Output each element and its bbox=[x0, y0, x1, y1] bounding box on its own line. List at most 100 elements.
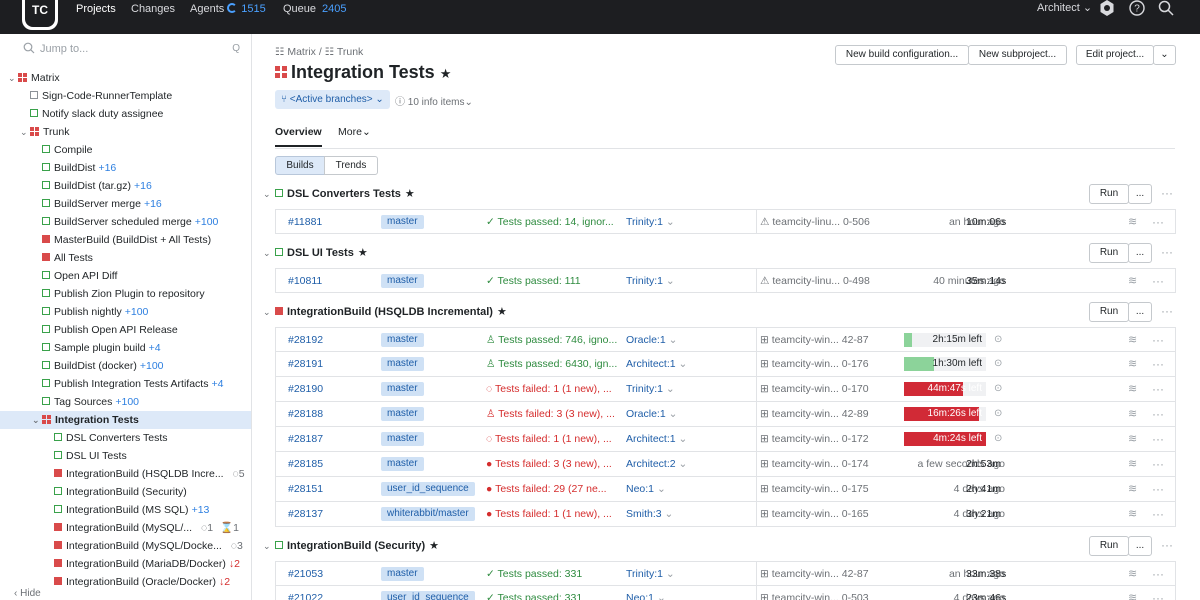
build-status[interactable]: ◌ Tests failed: 1 (1 new), ... bbox=[486, 377, 612, 401]
build-status[interactable]: ♙ Tests passed: 6430, ign... bbox=[486, 352, 617, 376]
more-icon[interactable]: ··· bbox=[1152, 377, 1164, 401]
agent-host[interactable]: ⊞ teamcity-win... 42-87 bbox=[760, 562, 869, 586]
build-row[interactable]: #28188 master ♙ Tests failed: 3 (3 new), .… bbox=[275, 402, 1176, 427]
agent-host[interactable]: ⊞ teamcity-win... 0-170 bbox=[760, 377, 869, 401]
branch-tag[interactable]: master bbox=[381, 274, 424, 288]
settings-gear-icon[interactable] bbox=[1099, 0, 1115, 16]
build-config-title[interactable]: DSL UI Tests bbox=[287, 247, 354, 259]
more-icon[interactable]: ··· bbox=[1161, 539, 1173, 551]
branch-tag[interactable]: master bbox=[381, 567, 424, 581]
sidebar-item[interactable]: Publish Integration Tests Artifacts +4 bbox=[0, 375, 251, 393]
info-items[interactable]: ⓘ 10 info items⌄ bbox=[395, 93, 473, 108]
more-icon[interactable]: ··· bbox=[1152, 352, 1164, 376]
new-build-configuration-button[interactable]: New build configuration... bbox=[835, 45, 969, 65]
builds-toggle[interactable]: Builds bbox=[275, 156, 325, 175]
more-icon[interactable]: ··· bbox=[1161, 305, 1173, 317]
sidebar-item[interactable]: Sign-Code-RunnerTemplate bbox=[0, 87, 251, 105]
build-number[interactable]: #28191 bbox=[288, 352, 323, 376]
run-options-button[interactable]: ... bbox=[1128, 536, 1152, 556]
agent-link[interactable]: Trinity:1 bbox=[626, 562, 675, 586]
sidebar-item[interactable]: DSL UI Tests bbox=[0, 447, 251, 465]
branch-tag[interactable]: user_id_sequence bbox=[381, 482, 475, 496]
build-status[interactable]: ♙ Tests passed: 746, igno... bbox=[486, 328, 617, 352]
agent-host[interactable]: ⊞ teamcity-win... 42-87 bbox=[760, 328, 869, 352]
sidebar-item[interactable]: BuildDist (tar.gz) +16 bbox=[0, 177, 251, 195]
sidebar-item[interactable]: BuildServer scheduled merge +100 bbox=[0, 213, 251, 231]
more-icon[interactable]: ··· bbox=[1152, 562, 1164, 586]
agent-link[interactable]: Trinity:1 bbox=[626, 377, 675, 401]
more-icon[interactable]: ··· bbox=[1152, 402, 1164, 426]
build-status[interactable]: ✓ Tests passed: 111 bbox=[486, 269, 581, 293]
edit-project-dropdown[interactable]: ⌄ bbox=[1153, 45, 1176, 65]
sidebar-item[interactable]: Compile bbox=[0, 141, 251, 159]
sidebar-item[interactable]: Open API Diff bbox=[0, 267, 251, 285]
layers-icon[interactable]: ≋ bbox=[1128, 502, 1137, 526]
agent-host[interactable]: ⊞ teamcity-win... 0-172 bbox=[760, 427, 869, 451]
star-icon[interactable]: ★ bbox=[429, 540, 439, 552]
expand-caret-icon[interactable]: ⌄ bbox=[20, 123, 30, 141]
build-number[interactable]: #21022 bbox=[288, 586, 323, 600]
sidebar-item[interactable]: IntegrationBuild (MySQL/... ◌1 ⌛1 bbox=[0, 519, 251, 537]
collapse-chevron-icon[interactable]: ⌄ bbox=[263, 303, 275, 321]
nav-projects[interactable]: Projects bbox=[76, 0, 116, 34]
stop-build-icon[interactable]: ⊙ bbox=[994, 352, 1002, 376]
branch-tag[interactable]: master bbox=[381, 357, 424, 371]
build-number[interactable]: #28187 bbox=[288, 427, 323, 451]
run-button[interactable]: Run bbox=[1089, 302, 1129, 322]
build-config-title[interactable]: IntegrationBuild (HSQLDB Incremental) bbox=[287, 306, 493, 318]
agent-link[interactable]: Trinity:1 bbox=[626, 269, 675, 293]
more-icon[interactable]: ··· bbox=[1152, 477, 1164, 501]
build-row[interactable]: #28191 master ♙ Tests passed: 6430, ign...… bbox=[275, 352, 1176, 377]
layers-icon[interactable]: ≋ bbox=[1128, 269, 1137, 293]
sidebar-item[interactable]: Publish Open API Release bbox=[0, 321, 251, 339]
sidebar-item[interactable]: MasterBuild (BuildDist + All Tests) bbox=[0, 231, 251, 249]
agent-link[interactable]: Architect:1 bbox=[626, 427, 687, 451]
edit-project-button[interactable]: Edit project... bbox=[1076, 45, 1154, 65]
agent-link[interactable]: Architect:2 bbox=[626, 452, 687, 476]
more-icon[interactable]: ··· bbox=[1152, 210, 1164, 234]
layers-icon[interactable]: ≋ bbox=[1128, 586, 1137, 600]
agent-host[interactable]: ⊞ teamcity-win... 42-89 bbox=[760, 402, 869, 426]
branch-tag[interactable]: master bbox=[381, 407, 424, 421]
sidebar-item[interactable]: Publish Zion Plugin to repository bbox=[0, 285, 251, 303]
sidebar-item[interactable]: ⌄ Integration Tests bbox=[0, 411, 251, 429]
agent-link[interactable]: Architect:1 bbox=[626, 352, 687, 376]
build-number[interactable]: #28185 bbox=[288, 452, 323, 476]
build-number[interactable]: #11881 bbox=[288, 210, 322, 234]
branch-tag[interactable]: master bbox=[381, 457, 424, 471]
build-row[interactable]: #28190 master ◌ Tests failed: 1 (1 new), .… bbox=[275, 377, 1176, 402]
agent-host[interactable]: ⚠ teamcity-linu... 0-506 bbox=[760, 210, 870, 234]
build-status[interactable]: ✓ Tests passed: 14, ignor... bbox=[486, 210, 614, 234]
build-number[interactable]: #28137 bbox=[288, 502, 323, 526]
sidebar-item[interactable]: DSL Converters Tests bbox=[0, 429, 251, 447]
branch-tag[interactable]: whiterabbit/master bbox=[381, 507, 475, 521]
run-button[interactable]: Run bbox=[1089, 243, 1129, 263]
sidebar-item[interactable]: IntegrationBuild (HSQLDB Incre... ◌5 bbox=[0, 465, 251, 483]
star-icon[interactable]: ★ bbox=[405, 188, 415, 200]
sidebar-item[interactable]: BuildDist +16 bbox=[0, 159, 251, 177]
run-options-button[interactable]: ... bbox=[1128, 243, 1152, 263]
more-icon[interactable]: ··· bbox=[1152, 427, 1164, 451]
build-row[interactable]: #21022 user_id_sequence ✓ Tests passed: 33… bbox=[275, 586, 1176, 600]
stop-build-icon[interactable]: ⊙ bbox=[994, 328, 1002, 352]
run-options-button[interactable]: ... bbox=[1128, 302, 1152, 322]
help-icon[interactable]: ? bbox=[1129, 0, 1145, 16]
build-status[interactable]: ♙ Tests failed: 3 (3 new), ... bbox=[486, 402, 615, 426]
branch-tag[interactable]: master bbox=[381, 382, 424, 396]
run-button[interactable]: Run bbox=[1089, 536, 1129, 556]
agent-host[interactable]: ⊞ teamcity-win... 0-176 bbox=[760, 352, 869, 376]
agent-link[interactable]: Neo:1 bbox=[626, 477, 666, 501]
hide-sidebar-button[interactable]: ‹ Hide bbox=[14, 588, 41, 600]
breadcrumb-trunk[interactable]: Trunk bbox=[337, 46, 363, 58]
teamcity-logo[interactable]: TC bbox=[22, 0, 58, 30]
build-number[interactable]: #21053 bbox=[288, 562, 323, 586]
build-row[interactable]: #28185 master ● Tests failed: 3 (3 new), .… bbox=[275, 452, 1176, 477]
build-status[interactable]: ● Tests failed: 3 (3 new), ... bbox=[486, 452, 612, 476]
sidebar-item[interactable]: Publish nightly +100 bbox=[0, 303, 251, 321]
collapse-chevron-icon[interactable]: ⌄ bbox=[263, 244, 275, 262]
stop-build-icon[interactable]: ⊙ bbox=[994, 402, 1002, 426]
build-status[interactable]: ● Tests failed: 1 (1 new), ... bbox=[486, 502, 612, 526]
agent-host[interactable]: ⚠ teamcity-linu... 0-498 bbox=[760, 269, 870, 293]
layers-icon[interactable]: ≋ bbox=[1128, 210, 1137, 234]
build-number[interactable]: #28188 bbox=[288, 402, 323, 426]
